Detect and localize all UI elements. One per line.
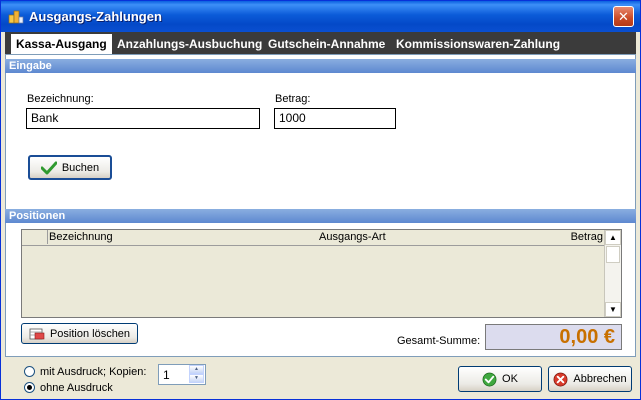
row-selector-header — [22, 230, 48, 244]
column-header-betrag[interactable]: Betrag — [571, 231, 603, 243]
scroll-thumb[interactable] — [606, 246, 620, 263]
table-vertical-scrollbar[interactable]: ▲ ▼ — [604, 230, 621, 317]
tab-anzahlungs-ausbuchung[interactable]: Anzahlungs-Ausbuchung — [112, 35, 267, 54]
bezeichnung-input[interactable]: Bank — [26, 108, 260, 129]
tab-kassa-ausgang[interactable]: Kassa-Ausgang — [11, 34, 112, 54]
dialog-window: Ausgangs-Zahlungen ✕ Kassa-Ausgang Anzah… — [0, 0, 641, 400]
position-loeschen-label: Position löschen — [49, 327, 131, 340]
positionen-section-header: Positionen — [5, 209, 636, 223]
close-icon: ✕ — [618, 9, 629, 24]
spin-up-icon[interactable]: ▲ — [189, 365, 204, 374]
scroll-up-icon[interactable]: ▲ — [605, 230, 621, 245]
ohne-ausdruck-radio[interactable] — [24, 382, 35, 393]
abbrechen-button[interactable]: Abbrechen — [548, 366, 632, 392]
scroll-down-icon[interactable]: ▼ — [605, 302, 621, 317]
spin-down-icon[interactable]: ▼ — [189, 374, 204, 383]
tab-kommissionswaren-zahlung[interactable]: Kommissionswaren-Zahlung — [391, 35, 565, 54]
mit-ausdruck-radio[interactable] — [24, 366, 35, 377]
tab-gutschein-annahme[interactable]: Gutschein-Annahme — [263, 35, 390, 54]
kopien-stepper[interactable]: 1 ▲ ▼ — [158, 364, 206, 385]
position-loeschen-button[interactable]: Position löschen — [21, 323, 138, 344]
gesamt-summe-label: Gesamt-Summe: — [397, 335, 481, 347]
table-header: Bezeichnung Ausgangs-Art Betrag — [22, 230, 605, 246]
app-icon — [8, 10, 24, 24]
cancel-x-icon — [553, 372, 568, 386]
checkmark-icon — [40, 161, 57, 174]
kopien-value: 1 — [163, 368, 170, 382]
column-header-bezeichnung[interactable]: Bezeichnung — [49, 231, 113, 243]
abbrechen-label: Abbrechen — [573, 373, 627, 385]
title-bar[interactable]: Ausgangs-Zahlungen ✕ — [1, 1, 640, 32]
eingabe-section-header: Eingabe — [5, 59, 636, 73]
tab-bar: Kassa-Ausgang Anzahlungs-Ausbuchung Guts… — [5, 32, 636, 54]
bezeichnung-label: Bezeichnung: — [27, 93, 94, 105]
column-header-ausgangs-art[interactable]: Ausgangs-Art — [319, 231, 386, 243]
buchen-label: Buchen — [61, 161, 100, 174]
ohne-ausdruck-label[interactable]: ohne Ausdruck — [40, 382, 113, 394]
betrag-label: Betrag: — [275, 93, 311, 105]
window-title: Ausgangs-Zahlungen — [29, 9, 162, 24]
ok-check-icon — [482, 372, 497, 386]
ok-label: OK — [502, 373, 518, 385]
positionen-table[interactable]: Bezeichnung Ausgangs-Art Betrag ▲ ▼ — [21, 229, 622, 318]
delete-row-icon — [29, 328, 45, 339]
buchen-button[interactable]: Buchen — [28, 155, 112, 180]
close-button[interactable]: ✕ — [613, 6, 634, 27]
ok-button[interactable]: OK — [458, 366, 542, 392]
gesamt-summe-value: 0,00 € — [485, 324, 622, 350]
betrag-input[interactable]: 1000 — [274, 108, 396, 129]
mit-ausdruck-label[interactable]: mit Ausdruck; Kopien: — [40, 366, 146, 378]
